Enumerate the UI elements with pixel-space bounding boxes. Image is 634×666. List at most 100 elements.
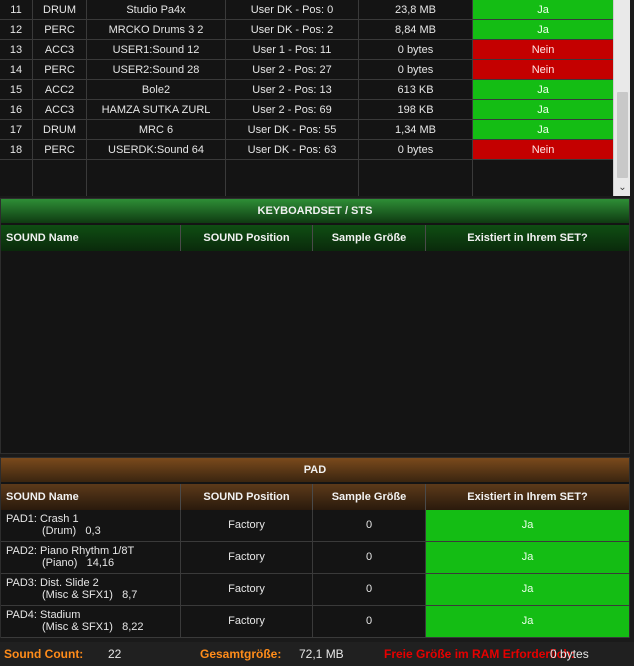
pad-label: PAD4: (6, 609, 37, 621)
row-sample-size: 613 KB (359, 80, 473, 100)
pad-sound-position: Factory (181, 606, 313, 638)
column-header-exists[interactable]: Existiert in Ihrem SET? (426, 484, 629, 510)
table-row[interactable]: 17 DRUM MRC 6 User DK - Pos: 55 1,34 MB … (0, 120, 613, 140)
column-header-sound-position[interactable]: SOUND Position (181, 484, 313, 510)
row-sound-name: HAMZA SUTKA ZURL (87, 100, 226, 120)
pad-header-row: SOUND Name SOUND Position Sample Größe E… (1, 484, 629, 510)
row-type: PERC (33, 60, 87, 80)
vertical-scrollbar[interactable]: ⌄ (613, 0, 630, 196)
row-type: ACC3 (33, 100, 87, 120)
row-sample-size: 0 bytes (359, 140, 473, 160)
row-exists-badge: Ja (473, 120, 613, 140)
pad-label: PAD2: (6, 545, 37, 557)
pad-sound-name: Dist. Slide 2 (40, 577, 99, 589)
pad-sound-position: Factory (181, 574, 313, 606)
sound-count-label: Sound Count: (4, 647, 84, 661)
pad-sample-size: 0 (313, 574, 426, 606)
row-type: ACC2 (33, 80, 87, 100)
row-exists-badge: Ja (473, 20, 613, 40)
row-number: 14 (0, 60, 33, 80)
row-sound-position: User DK - Pos: 63 (226, 140, 359, 160)
pad-row[interactable]: PAD3: Dist. Slide 2 (Misc & SFX1) 8,7 Fa… (1, 574, 629, 606)
row-type: DRUM (33, 120, 87, 140)
pad-exists-badge: Ja (426, 574, 629, 606)
pad-category: (Drum) (42, 525, 77, 537)
scroll-down-icon[interactable]: ⌄ (614, 179, 631, 196)
column-header-sample-size[interactable]: Sample Größe (313, 484, 426, 510)
column-header-sound-position[interactable]: SOUND Position (181, 225, 313, 251)
row-type: ACC3 (33, 40, 87, 60)
pad-row[interactable]: PAD2: Piano Rhythm 1/8T (Piano) 14,16 Fa… (1, 542, 629, 574)
pad-sample-size: 0 (313, 606, 426, 638)
row-sample-size: 0 bytes (359, 60, 473, 80)
row-type: DRUM (33, 0, 87, 20)
row-type: PERC (33, 140, 87, 160)
row-sample-size: 8,84 MB (359, 20, 473, 40)
pad-exists-badge: Ja (426, 510, 629, 542)
pad-label: PAD3: (6, 577, 37, 589)
column-header-sound-name[interactable]: SOUND Name (1, 225, 181, 251)
pad-sample-size: 0 (313, 510, 426, 542)
free-ram-label: Freie Größe im RAM Erforderlich: (384, 647, 575, 661)
free-ram-value: 0 bytes (550, 647, 589, 661)
row-exists-badge: Nein (473, 60, 613, 80)
row-sound-position: User DK - Pos: 55 (226, 120, 359, 140)
table-row[interactable]: 12 PERC MRCKO Drums 3 2 User DK - Pos: 2… (0, 20, 613, 40)
pad-exists-badge: Ja (426, 542, 629, 574)
table-row[interactable]: 15 ACC2 Bole2 User 2 - Pos: 13 613 KB Ja (0, 80, 613, 100)
row-sample-size: 0 bytes (359, 40, 473, 60)
row-sound-name: Studio Pa4x (87, 0, 226, 20)
pad-label: PAD1: (6, 513, 37, 525)
sound-list-table: 11 DRUM Studio Pa4x User DK - Pos: 0 23,… (0, 0, 613, 196)
row-sound-name: USER1:Sound 12 (87, 40, 226, 60)
keyboardset-panel: KEYBOARDSET / STS SOUND Name SOUND Posit… (0, 198, 630, 454)
row-number: 18 (0, 140, 33, 160)
table-row[interactable]: 13 ACC3 USER1:Sound 12 User 1 - Pos: 11 … (0, 40, 613, 60)
table-row[interactable]: 18 PERC USERDK:Sound 64 User DK - Pos: 6… (0, 140, 613, 160)
total-size-value: 72,1 MB (299, 647, 344, 661)
pad-sound-position: Factory (181, 510, 313, 542)
empty-table-area (0, 160, 613, 196)
row-number: 15 (0, 80, 33, 100)
row-number: 16 (0, 100, 33, 120)
pad-category: (Piano) (42, 557, 78, 569)
pad-row[interactable]: PAD4: Stadium (Misc & SFX1) 8,22 Factory… (1, 606, 629, 638)
pad-value: 8,22 (122, 621, 144, 633)
table-row[interactable]: 11 DRUM Studio Pa4x User DK - Pos: 0 23,… (0, 0, 613, 20)
scrollbar-thumb[interactable] (617, 92, 628, 178)
keyboardset-header-row: SOUND Name SOUND Position Sample Größe E… (1, 225, 629, 251)
pad-sound-name: Piano Rhythm 1/8T (40, 545, 135, 557)
row-type: PERC (33, 20, 87, 40)
pad-sound-position: Factory (181, 542, 313, 574)
row-exists-badge: Ja (473, 0, 613, 20)
column-header-sample-size[interactable]: Sample Größe (313, 225, 426, 251)
table-row[interactable]: 14 PERC USER2:Sound 28 User 2 - Pos: 27 … (0, 60, 613, 80)
table-row[interactable]: 16 ACC3 HAMZA SUTKA ZURL User 2 - Pos: 6… (0, 100, 613, 120)
pad-sound-name: Crash 1 (40, 513, 79, 525)
pad-title: PAD (1, 458, 629, 482)
row-sound-position: User 1 - Pos: 11 (226, 40, 359, 60)
row-exists-badge: Ja (473, 100, 613, 120)
row-sample-size: 198 KB (359, 100, 473, 120)
column-header-sound-name[interactable]: SOUND Name (1, 484, 181, 510)
pad-sound-name-cell: PAD3: Dist. Slide 2 (Misc & SFX1) 8,7 (1, 574, 181, 606)
row-number: 13 (0, 40, 33, 60)
column-header-exists[interactable]: Existiert in Ihrem SET? (426, 225, 629, 251)
row-sample-size: 23,8 MB (359, 0, 473, 20)
row-number: 12 (0, 20, 33, 40)
summary-footer: Sound Count: 22 Gesamtgröße: 72,1 MB Fre… (0, 642, 634, 666)
pad-sound-name-cell: PAD1: Crash 1 (Drum) 0,3 (1, 510, 181, 542)
row-sound-position: User DK - Pos: 2 (226, 20, 359, 40)
pad-row[interactable]: PAD1: Crash 1 (Drum) 0,3 Factory 0 Ja (1, 510, 629, 542)
keyboardset-title: KEYBOARDSET / STS (1, 199, 629, 223)
pad-panel: PAD SOUND Name SOUND Position Sample Grö… (0, 457, 630, 638)
pad-value: 14,16 (86, 557, 115, 569)
row-sound-name: MRC 6 (87, 120, 226, 140)
pad-category: (Misc & SFX1) (42, 589, 113, 601)
row-number: 17 (0, 120, 33, 140)
pad-value: 0,3 (85, 525, 101, 537)
pad-exists-badge: Ja (426, 606, 629, 638)
row-sample-size: 1,34 MB (359, 120, 473, 140)
row-sound-position: User 2 - Pos: 13 (226, 80, 359, 100)
pad-sound-name: Stadium (40, 609, 81, 621)
